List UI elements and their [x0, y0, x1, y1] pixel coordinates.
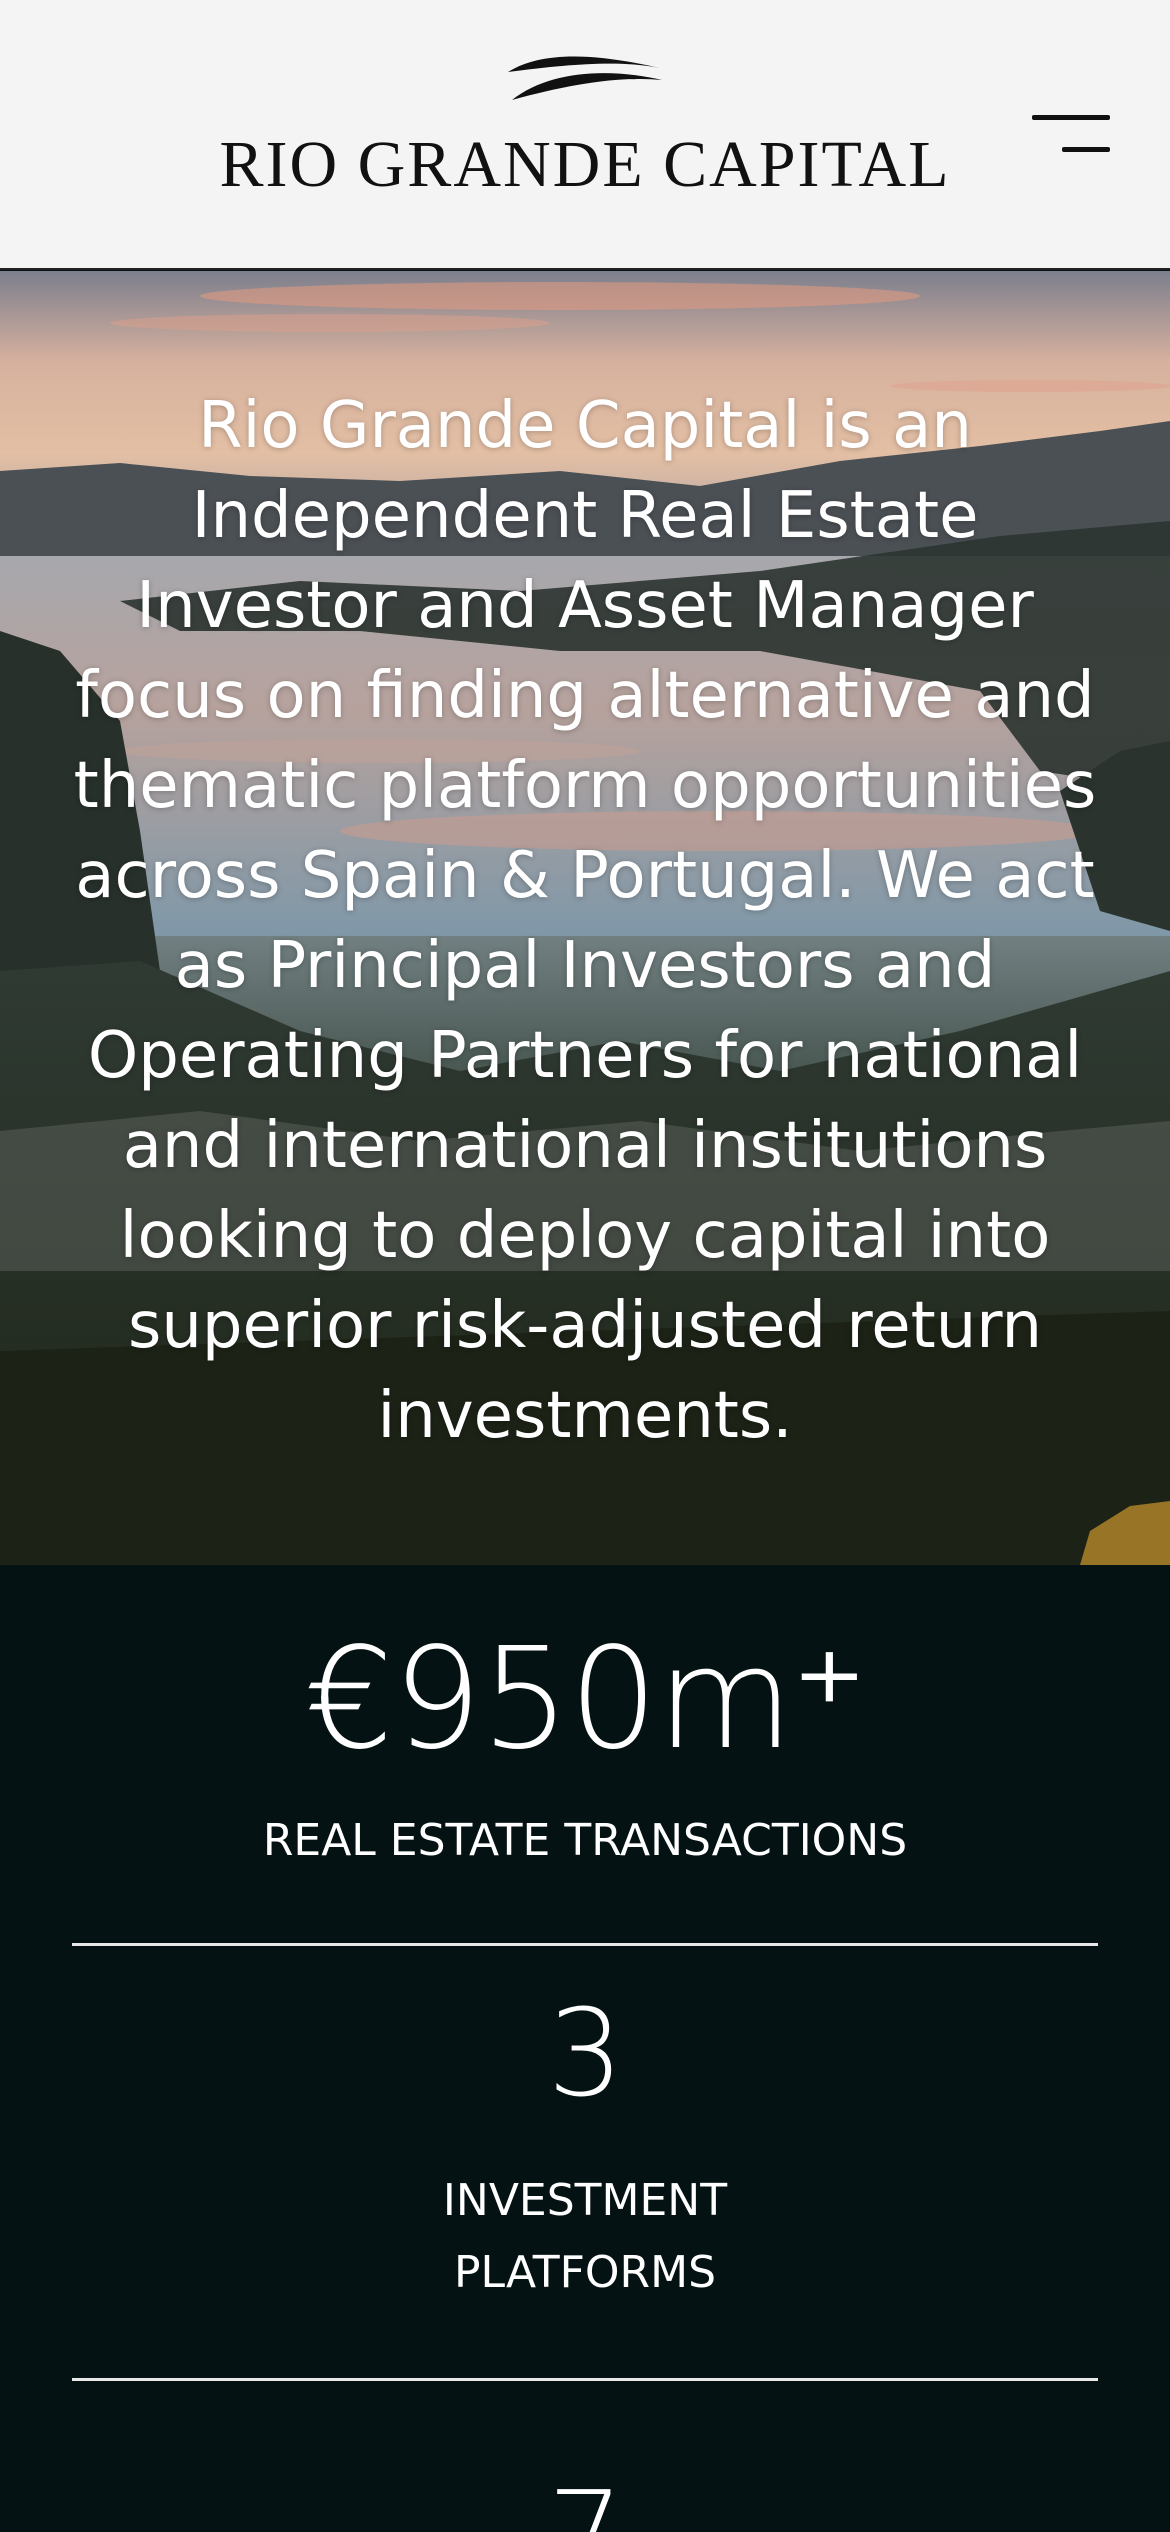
- menu-button[interactable]: [1020, 105, 1120, 165]
- stat-value-third: 7: [0, 2477, 1170, 2532]
- stat-value-platforms: 3: [547, 1985, 623, 2124]
- hero-description: Rio Grande Capital is an Independent Rea…: [73, 389, 1097, 1453]
- stat-label-transactions: REAL ESTATE TRANSACTIONS: [262, 1815, 908, 1866]
- hamburger-menu-icon: [1032, 115, 1110, 120]
- site-header: RIO GRANDE CAPITAL: [0, 0, 1170, 270]
- stats-section: €950m⁺ REAL ESTATE TRANSACTIONS 3 INVEST…: [0, 1565, 1170, 2532]
- brand-logo[interactable]: RIO GRANDE CAPITAL: [0, 50, 1170, 198]
- stat-value-transactions: €950m⁺: [304, 1618, 867, 1781]
- hero-section: Rio Grande Capital is an Independent Rea…: [0, 271, 1170, 1565]
- brand-name: RIO GRANDE CAPITAL: [219, 128, 951, 201]
- stats-divider: [72, 2378, 1098, 2381]
- stats-divider: [72, 1943, 1098, 1946]
- stat-label-platforms: INVESTMENT PLATFORMS: [442, 2175, 728, 2298]
- wave-logo-icon: [508, 56, 662, 100]
